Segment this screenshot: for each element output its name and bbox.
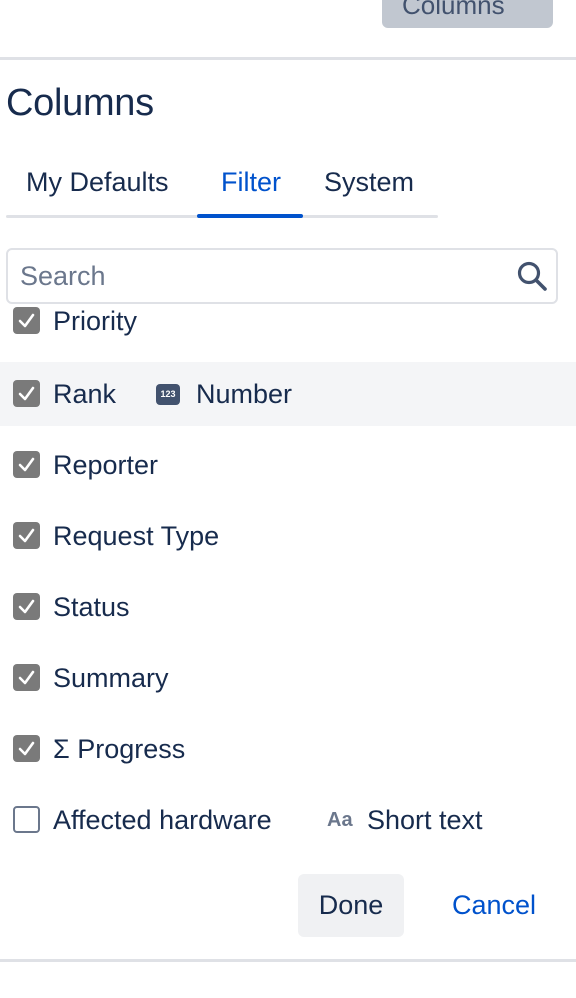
tab-bar: My Defaults Filter System: [6, 160, 438, 218]
search-input[interactable]: [20, 250, 510, 302]
cancel-button[interactable]: Cancel: [434, 874, 554, 937]
columns-button[interactable]: Columns: [382, 0, 553, 28]
tab-system[interactable]: System: [324, 160, 414, 216]
tab-filter[interactable]: Filter: [198, 160, 304, 216]
list-item-priority[interactable]: Priority: [0, 306, 576, 353]
list-item-sum-progress[interactable]: Σ Progress: [0, 717, 576, 781]
list-item-summary[interactable]: Summary: [0, 646, 576, 710]
list-item-label: Status: [53, 592, 130, 622]
done-button[interactable]: Done: [298, 874, 404, 937]
field-type-label: Short text: [367, 805, 483, 835]
list-item-label: Σ Progress: [53, 734, 186, 764]
checkbox[interactable]: [13, 735, 40, 762]
checkbox[interactable]: [13, 664, 40, 691]
search-box: [6, 248, 558, 304]
list-item-label: Rank: [53, 379, 117, 409]
checkbox[interactable]: [13, 593, 40, 620]
list-item-label: Affected hardware: [53, 805, 272, 835]
tab-my-defaults[interactable]: My Defaults: [26, 160, 169, 216]
checkbox[interactable]: [13, 380, 40, 407]
dialog-title: Columns: [6, 82, 154, 124]
number-icon: 123: [156, 384, 180, 405]
checkbox[interactable]: [13, 307, 40, 334]
search-icon[interactable]: [516, 260, 548, 292]
checkbox[interactable]: [13, 806, 40, 833]
list-item-label: Summary: [53, 663, 169, 693]
top-toolbar: Columns: [0, 0, 576, 58]
list-item-label: Priority: [53, 306, 138, 336]
field-type-label: Number: [196, 379, 293, 409]
active-tab-indicator: [197, 214, 303, 218]
list-item-rank[interactable]: Rank 123 Number: [0, 362, 576, 426]
column-list[interactable]: Priority Rank 123 Number Reporter Reques…: [0, 306, 576, 854]
list-item-request-type[interactable]: Request Type: [0, 504, 576, 568]
bottom-divider: [0, 959, 576, 962]
list-item-affected-hardware[interactable]: Affected hardware Aa Short text: [0, 788, 576, 852]
list-item-status[interactable]: Status: [0, 575, 576, 639]
checkbox[interactable]: [13, 451, 40, 478]
checkbox[interactable]: [13, 522, 40, 549]
list-item-label: Request Type: [53, 521, 220, 551]
top-divider: [0, 57, 576, 60]
short-text-icon: Aa: [327, 809, 353, 831]
list-item-label: Reporter: [53, 450, 159, 480]
list-item-reporter[interactable]: Reporter: [0, 433, 576, 497]
columns-button-label: Columns: [402, 0, 505, 20]
